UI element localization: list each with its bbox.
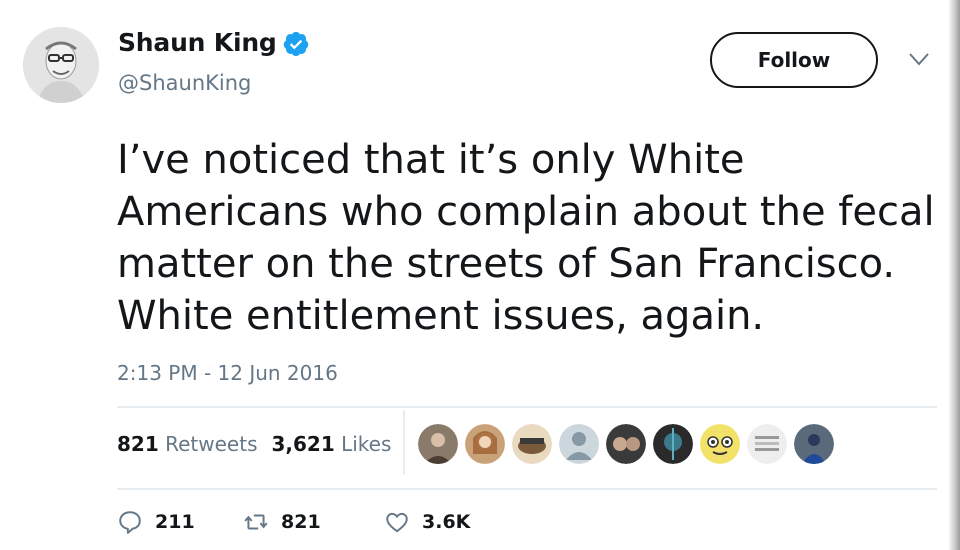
tweet-card: Shaun King @ShaunKing Follow I’ve notice… [0, 0, 960, 550]
tweet-timestamp[interactable]: 2:13 PM - 12 Jun 2016 [117, 361, 338, 385]
reply-button[interactable]: 211 [117, 505, 195, 539]
stats-separator [403, 410, 405, 474]
tweet-text-line: matter on the streets of San Francisco. [117, 241, 896, 287]
liker-avatar[interactable] [606, 424, 646, 464]
reply-icon [119, 511, 141, 534]
retweets-stat[interactable]: 821 Retweets [117, 432, 257, 456]
like-button[interactable]: 3.6K [384, 505, 470, 539]
retweet-icon [244, 514, 268, 530]
author-handle[interactable]: @ShaunKing [118, 71, 251, 95]
tweet-text-line: Americans who complain about the fecal [117, 189, 935, 235]
retweets-label: Retweets [165, 432, 258, 456]
reply-count: 211 [155, 511, 195, 533]
verified-badge-icon [283, 31, 309, 57]
divider [117, 488, 937, 490]
liker-avatar[interactable] [465, 424, 505, 464]
tweet-text-line: I’ve noticed that it’s only White [117, 137, 745, 183]
liker-avatar[interactable] [794, 424, 834, 464]
author-avatar[interactable] [23, 27, 99, 103]
chevron-down-icon[interactable] [908, 51, 930, 67]
liker-avatar[interactable] [559, 424, 599, 464]
liker-avatar[interactable] [512, 424, 552, 464]
liker-avatars [418, 424, 841, 466]
liker-avatar[interactable] [418, 424, 458, 464]
liker-avatar[interactable] [653, 424, 693, 464]
retweet-count: 821 [281, 511, 321, 533]
heart-icon [386, 512, 408, 533]
author-name[interactable]: Shaun King [118, 28, 277, 57]
liker-avatar[interactable] [747, 424, 787, 464]
screen-edge [948, 0, 960, 550]
follow-button[interactable]: Follow [710, 32, 878, 88]
divider [117, 406, 937, 408]
avatar-image [23, 27, 99, 103]
liker-avatar[interactable] [700, 424, 740, 464]
like-count: 3.6K [422, 511, 471, 533]
likes-label: Likes [341, 432, 392, 456]
tweet-text-line: White entitlement issues, again. [117, 293, 765, 339]
retweet-button[interactable]: 821 [243, 505, 321, 539]
retweets-count: 821 [117, 432, 159, 456]
likes-count: 3,621 [271, 432, 335, 456]
engagement-stats: 821 Retweets 3,621 Likes [117, 432, 391, 456]
likes-stat[interactable]: 3,621 Likes [271, 432, 391, 456]
tweet-text: I’ve noticed that it’s only White Americ… [117, 134, 947, 342]
